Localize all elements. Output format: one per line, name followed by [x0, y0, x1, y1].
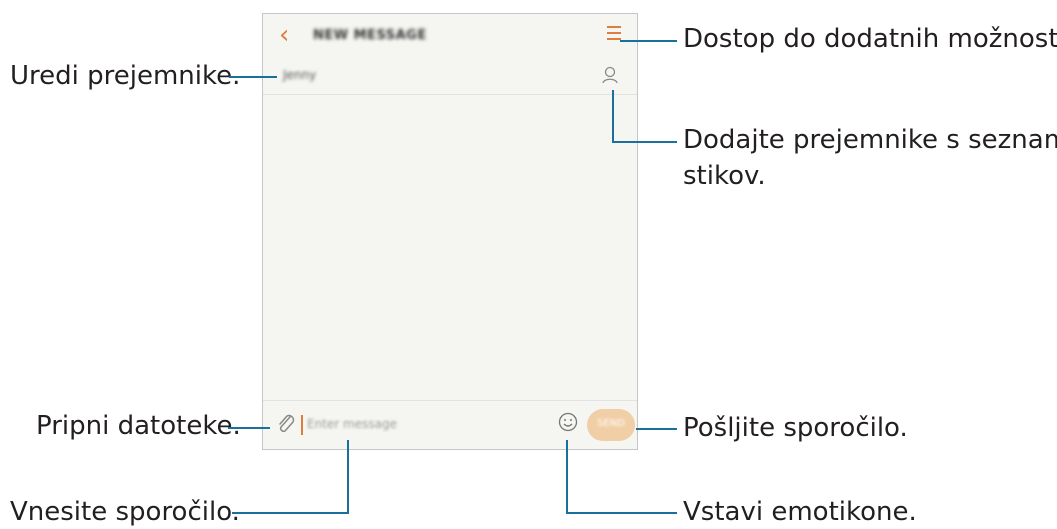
top-bar: ‹ NEW MESSAGE [263, 14, 637, 59]
recipient-name: Jenny [283, 68, 317, 82]
leader-line-emoji-vertical [566, 440, 568, 514]
callout-add-from-contacts-line2: stikov. [683, 161, 766, 191]
smiley-icon[interactable] [558, 412, 578, 432]
leader-line-emoji-horizontal [566, 512, 677, 514]
callout-insert-emoticons: Vstavi emotikone. [683, 497, 917, 527]
message-input[interactable]: Enter message [307, 417, 397, 431]
screen-title: NEW MESSAGE [313, 28, 427, 43]
callout-send-message: Pošljite sporočilo. [683, 413, 908, 443]
leader-line-more-options [620, 40, 677, 42]
callout-edit-recipients: Uredi prejemnike. [10, 61, 241, 91]
leader-line-contacts-vertical [612, 90, 614, 143]
leader-line-contacts-horizontal [612, 141, 677, 143]
leader-line-attach [228, 427, 270, 429]
leader-line-enter-vertical [347, 440, 349, 514]
send-button[interactable]: SEND [587, 409, 635, 441]
paperclip-icon[interactable] [275, 412, 297, 436]
menu-icon[interactable] [607, 26, 621, 44]
back-arrow-icon[interactable]: ‹ [279, 22, 289, 48]
callout-attach-files: Pripni datoteke. [36, 411, 241, 441]
callout-more-options: Dostop do dodatnih možnosti. [683, 24, 1057, 54]
recipient-field[interactable]: Jenny [263, 62, 637, 95]
text-cursor [301, 415, 303, 435]
leader-line-send [636, 428, 677, 430]
send-button-label: SEND [597, 418, 625, 429]
callout-enter-message: Vnesite sporočilo. [10, 497, 240, 527]
leader-line-enter-horizontal [232, 512, 349, 514]
callout-add-from-contacts-line1: Dodajte prejemnike s seznama [683, 125, 1057, 155]
compose-bar: Enter message SEND [263, 400, 637, 449]
leader-line-edit-recipients [229, 76, 277, 78]
messaging-screen: ‹ NEW MESSAGE Jenny Enter message SEND [262, 13, 638, 450]
contact-person-icon[interactable] [601, 65, 619, 85]
